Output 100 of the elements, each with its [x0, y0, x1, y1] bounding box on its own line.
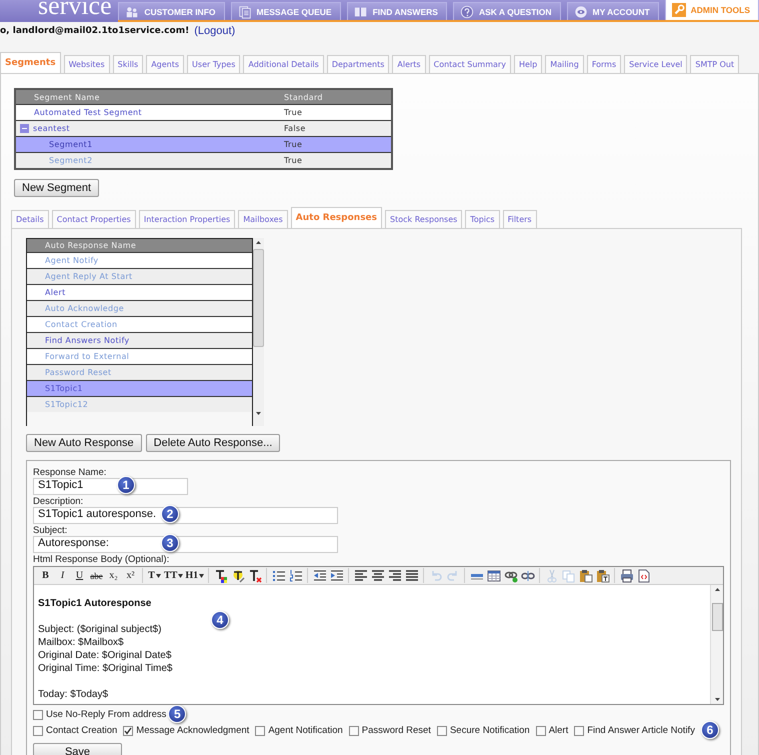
table-row[interactable]: seantest False — [16, 120, 391, 136]
save-button[interactable]: Save — [33, 743, 122, 755]
table-cell: Segment2 — [49, 156, 92, 165]
bullet-list-icon[interactable] — [270, 568, 288, 583]
table-row[interactable]: Automated Test Segment True — [16, 104, 391, 120]
callout-badge: 5 — [168, 705, 186, 723]
list-item[interactable]: Find Answers Notify — [27, 332, 252, 348]
checkbox-label: Alert — [548, 725, 568, 736]
tab[interactable]: Forms — [586, 55, 622, 73]
checkbox[interactable] — [255, 726, 266, 736]
caret-icon — [156, 574, 161, 578]
format-button[interactable]: I — [54, 568, 71, 583]
tab[interactable]: Details — [11, 210, 49, 228]
tab[interactable]: Websites — [64, 55, 110, 73]
logout-link[interactable]: (Logout) — [194, 25, 236, 37]
outdent-icon[interactable] — [311, 568, 328, 583]
message-line: Original Date: $Original Date$ — [38, 649, 172, 662]
column-header: Segment Name — [33, 92, 101, 102]
checkbox[interactable] — [33, 726, 43, 736]
format-dropdown[interactable]: H1 — [184, 568, 206, 583]
paste-icon[interactable] — [577, 568, 594, 583]
indent-icon[interactable] — [328, 568, 346, 583]
format-button[interactable]: x₂ — [105, 568, 122, 583]
tab[interactable]: Service Level — [624, 55, 688, 73]
format-button[interactable]: abe — [88, 568, 105, 583]
list-item[interactable]: Alert — [27, 284, 252, 300]
checkbox[interactable] — [33, 710, 43, 720]
nav-tab[interactable]: FIND ANSWERS — [346, 2, 447, 20]
message-line: Subject: ($original subject$) — [38, 623, 162, 636]
callout-badge: 4 — [211, 611, 229, 629]
nav-tab[interactable]: ADMIN TOOLS — [664, 0, 759, 20]
tab[interactable]: Additional Details — [243, 55, 324, 73]
tab[interactable]: Mailboxes — [238, 210, 288, 228]
format-dropdown[interactable]: T — [146, 568, 163, 583]
tab[interactable]: Segments — [0, 52, 61, 73]
collapse-icon[interactable] — [20, 124, 29, 133]
checkbox[interactable] — [574, 726, 584, 736]
checkbox[interactable] — [348, 726, 359, 736]
checkbox-label: Find Answer Article Notify — [587, 725, 695, 736]
nav-tab[interactable]: CUSTOMER INFO — [118, 2, 224, 20]
tab[interactable]: Departments — [326, 55, 390, 73]
tab[interactable]: Contact Summary — [428, 55, 511, 73]
align-center-icon[interactable] — [369, 568, 386, 583]
book-icon — [354, 4, 368, 18]
tab[interactable]: Filters — [502, 210, 537, 228]
question-icon — [460, 4, 474, 18]
list-item[interactable]: Forward to External — [27, 348, 252, 364]
action-button[interactable]: New Auto Response — [26, 434, 142, 452]
nav-tab[interactable]: MESSAGE QUEUE — [230, 2, 341, 20]
tab[interactable]: Interaction Properties — [138, 210, 236, 228]
align-left-icon[interactable] — [352, 568, 370, 583]
tab[interactable]: SMTP Out — [690, 55, 740, 73]
scrollbar[interactable] — [710, 585, 723, 704]
scrollbar[interactable] — [253, 238, 264, 426]
field-label: Response Name: — [33, 467, 108, 478]
format-button[interactable]: B — [37, 568, 54, 583]
checkbox[interactable] — [436, 726, 447, 736]
paste-text-icon[interactable] — [594, 568, 612, 583]
checkbox[interactable] — [536, 726, 546, 736]
checkbox-label: Use No-Reply From address — [46, 709, 166, 720]
field-label: Subject: — [33, 525, 68, 536]
nav-tab[interactable]: ASK A QUESTION — [452, 2, 561, 20]
tab[interactable]: Mailing — [545, 55, 584, 73]
scrollbar-thumb[interactable] — [253, 249, 264, 347]
numbered-list-icon[interactable] — [287, 568, 304, 583]
list-item[interactable]: Agent Notify — [27, 252, 252, 268]
align-right-icon[interactable] — [386, 568, 404, 583]
rich-text-editor[interactable]: B I U abe x₂ x² T TT H1 S1Topic1 Autoresponse Subject: ($original subject$) Mailbox: $Mailbox$ Original Date: $Original Date$ Original Time: $Original Time$ Today: $Today$ 4 — [33, 566, 724, 705]
justify-icon[interactable] — [403, 568, 420, 583]
table-row[interactable]: Segment1 True — [16, 136, 391, 152]
tab[interactable]: Stock Responses — [385, 210, 462, 228]
format-button[interactable]: U — [71, 568, 88, 583]
format-dropdown[interactable]: TT — [163, 568, 184, 583]
action-button[interactable]: Delete Auto Response... — [146, 434, 280, 452]
print-icon[interactable] — [618, 568, 636, 583]
nav-tab[interactable]: MY ACCOUNT — [566, 2, 659, 20]
unlink-icon[interactable] — [519, 568, 536, 583]
tab[interactable]: User Types — [187, 55, 240, 73]
tab[interactable]: Topics — [465, 210, 500, 228]
format-button[interactable]: x² — [122, 568, 139, 583]
checkbox-label: Password Reset — [362, 725, 431, 736]
message-heading: S1Topic1 Autoresponse — [38, 597, 152, 610]
tab[interactable]: Agents — [146, 55, 184, 73]
tab[interactable]: Auto Responses — [290, 207, 382, 228]
list-item[interactable]: Contact Creation — [27, 316, 252, 332]
list-item[interactable]: S1Topic1 — [27, 380, 252, 396]
table-icon[interactable] — [485, 568, 502, 583]
table-row[interactable]: Segment2 True — [16, 152, 391, 168]
new-segment-button[interactable]: New Segment — [14, 179, 100, 197]
checkbox[interactable] — [123, 726, 134, 736]
tab[interactable]: Skills — [112, 55, 144, 73]
tab[interactable]: Contact Properties — [52, 210, 136, 228]
tab[interactable]: Alerts — [392, 55, 426, 73]
tab[interactable]: Help — [514, 55, 542, 73]
scrollbar-thumb[interactable] — [712, 603, 722, 631]
callout-badge: 6 — [700, 721, 719, 739]
checkbox-label: Contact Creation — [46, 725, 118, 736]
message-line: Original Time: $Original Time$ — [38, 662, 174, 675]
wrench-icon — [672, 3, 686, 17]
table-cell: False — [284, 124, 306, 133]
